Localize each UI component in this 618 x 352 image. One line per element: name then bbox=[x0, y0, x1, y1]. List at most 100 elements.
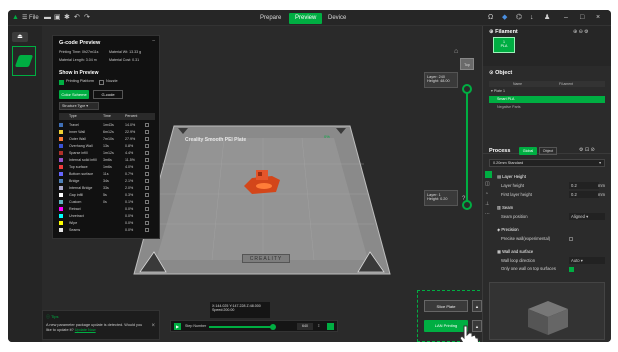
row-type: Internal Bridge bbox=[69, 186, 93, 190]
chevron-down-icon: ▾ bbox=[599, 161, 601, 165]
save-icon[interactable]: ▬ bbox=[44, 13, 51, 23]
maximize-icon[interactable]: □ bbox=[580, 13, 584, 23]
row-visibility-checkbox[interactable] bbox=[145, 214, 149, 218]
row-visibility-checkbox[interactable] bbox=[145, 123, 149, 127]
legend-swatch bbox=[59, 165, 63, 169]
download-icon[interactable]: ↓ bbox=[530, 13, 534, 23]
speed-tab-icon[interactable]: ◔ bbox=[485, 191, 493, 201]
row-visibility-checkbox[interactable] bbox=[145, 186, 149, 190]
home-view-icon[interactable]: ⌂ bbox=[454, 48, 458, 55]
step-slider-track[interactable] bbox=[209, 326, 273, 328]
menu-label: File bbox=[29, 15, 39, 21]
minimize-icon[interactable]: – bbox=[564, 13, 568, 23]
wall-direction-label: Wall loop direction bbox=[501, 258, 536, 263]
row-type: Gap infill bbox=[69, 193, 83, 197]
support-tab-icon[interactable]: ⊥ bbox=[485, 201, 493, 211]
step-number-input[interactable]: 640 bbox=[297, 323, 313, 330]
collapse-icon[interactable]: – bbox=[152, 38, 155, 44]
others-tab-icon[interactable]: ⋯ bbox=[485, 211, 493, 221]
slice-plate-button[interactable]: Slice Plate bbox=[424, 300, 468, 312]
step-slider-handle[interactable] bbox=[270, 324, 276, 330]
row-percent: 0.7% bbox=[125, 172, 134, 176]
preset-select[interactable]: 0.20mm Standard ▾ bbox=[489, 159, 605, 167]
row-percent: 0.3% bbox=[125, 193, 134, 197]
close-icon[interactable]: × bbox=[596, 13, 600, 23]
update-now-link[interactable]: Update Now bbox=[75, 328, 96, 332]
stepper-icon[interactable]: ⇕ bbox=[317, 323, 320, 328]
plate-row[interactable]: ▾ Plate 1 bbox=[491, 89, 505, 93]
shield-icon[interactable]: ◆ bbox=[502, 13, 507, 23]
plate-thumbnail[interactable] bbox=[12, 46, 36, 76]
row-visibility-checkbox[interactable] bbox=[145, 221, 149, 225]
seam-row: Seam position Aligned ▾ bbox=[501, 213, 605, 221]
first-layer-input[interactable]: 0.2 bbox=[569, 191, 599, 198]
wall-direction-select[interactable]: Auto ▾ bbox=[569, 257, 605, 264]
nozzle-checkbox[interactable] bbox=[99, 80, 104, 85]
only-one-wall-checkbox[interactable] bbox=[569, 267, 574, 272]
row-visibility-checkbox[interactable] bbox=[145, 172, 149, 176]
redo-icon[interactable]: ↷ bbox=[84, 13, 90, 23]
object-row-selected[interactable]: Smart PLA bbox=[489, 96, 605, 103]
quality-tab-icon[interactable] bbox=[485, 171, 492, 178]
seam-position-select[interactable]: Aligned ▾ bbox=[569, 213, 605, 220]
row-type: Bridge bbox=[69, 179, 80, 183]
object-button[interactable]: Object bbox=[539, 147, 557, 155]
row-time: 3m6s bbox=[103, 158, 112, 162]
tab-device[interactable]: Device bbox=[322, 13, 352, 24]
gcode-button[interactable]: G-code bbox=[93, 90, 123, 99]
layer-slider-track[interactable] bbox=[466, 92, 468, 204]
filament-slot-1[interactable]: 1 PLA bbox=[493, 37, 515, 53]
row-visibility-checkbox[interactable] bbox=[145, 207, 149, 211]
row-visibility-checkbox[interactable] bbox=[145, 137, 149, 141]
slice-dropdown-icon[interactable]: ▲ bbox=[472, 300, 482, 312]
close-tips-icon[interactable]: × bbox=[151, 323, 155, 329]
save-as-icon[interactable]: ▣ bbox=[54, 13, 61, 23]
color-scheme-button[interactable]: Color Scheme bbox=[59, 90, 89, 99]
row-type: Inner Wall bbox=[69, 130, 86, 134]
row-visibility-checkbox[interactable] bbox=[145, 165, 149, 169]
printing-platform-checkbox[interactable] bbox=[59, 80, 64, 85]
strength-tab-icon[interactable]: ◫ bbox=[485, 181, 493, 191]
app-logo-icon[interactable]: ▲ bbox=[12, 13, 19, 23]
legend-swatch bbox=[59, 228, 63, 232]
layers-icon[interactable]: ⌬ bbox=[516, 13, 522, 23]
tab-preview[interactable]: Preview bbox=[289, 13, 323, 24]
tab-prepare[interactable]: Prepare bbox=[254, 13, 287, 24]
table-row: Overhang Wall 13s 0.8% bbox=[59, 143, 153, 149]
negative-parts-row[interactable]: Negative Parts bbox=[497, 105, 521, 109]
menu-button[interactable]: ☰ File bbox=[22, 12, 39, 24]
precise-wall-checkbox[interactable] bbox=[569, 237, 573, 241]
process-actions-icon[interactable]: ⚙ ⊡ ⊘ bbox=[579, 147, 595, 153]
step-bar: ▶ Step Number 640 ⇕ bbox=[170, 320, 338, 332]
only-one-wall-label: Only one wall on top surfaces bbox=[501, 266, 556, 271]
user-icon[interactable]: ♟ bbox=[544, 13, 550, 23]
row-percent: 27.9% bbox=[125, 137, 136, 141]
table-row: Wipe 0.0% bbox=[59, 220, 153, 226]
layer-height-label: Layer height bbox=[501, 183, 525, 188]
row-visibility-checkbox[interactable] bbox=[145, 151, 149, 155]
model-3dbenchy[interactable] bbox=[242, 166, 282, 196]
row-percent: 4.4% bbox=[125, 151, 134, 155]
gear-icon[interactable]: ✱ bbox=[64, 13, 70, 23]
view-cube[interactable]: Top bbox=[460, 58, 474, 70]
row-visibility-checkbox[interactable] bbox=[145, 179, 149, 183]
filament-actions-icon[interactable]: ⊕ ⊖ ⚙ bbox=[573, 29, 589, 35]
play-icon[interactable]: ▶ bbox=[174, 323, 181, 330]
structure-type-select[interactable]: Structure Type ▾ bbox=[59, 102, 99, 110]
first-layer-row: First layer height 0.2 mm bbox=[501, 191, 605, 199]
undo-icon[interactable]: ↶ bbox=[74, 13, 80, 23]
gcode-preview-panel: G-code Preview – Printing Time: 0h27m11s… bbox=[52, 35, 160, 239]
step-apply-button[interactable] bbox=[327, 323, 334, 330]
row-visibility-checkbox[interactable] bbox=[145, 158, 149, 162]
row-visibility-checkbox[interactable] bbox=[145, 228, 149, 232]
layer-height-input[interactable]: 0.2 bbox=[569, 182, 599, 189]
row-visibility-checkbox[interactable] bbox=[145, 144, 149, 148]
row-visibility-checkbox[interactable] bbox=[145, 193, 149, 197]
global-button[interactable]: Global bbox=[519, 147, 537, 155]
layer-slider-top-handle[interactable] bbox=[462, 84, 472, 94]
headset-icon[interactable]: Ω bbox=[488, 13, 493, 23]
row-visibility-checkbox[interactable] bbox=[145, 200, 149, 204]
row-visibility-checkbox[interactable] bbox=[145, 130, 149, 134]
collapse-button[interactable]: ⏏ bbox=[12, 32, 28, 42]
help-icon[interactable]: ? bbox=[462, 196, 465, 202]
